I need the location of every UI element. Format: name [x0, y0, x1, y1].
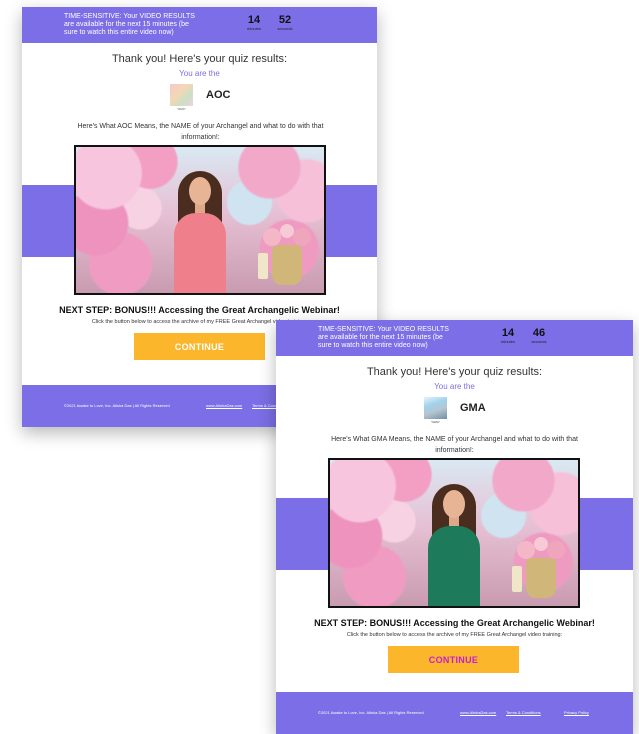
timer-seconds-value: 46	[532, 327, 546, 339]
footer-link-terms[interactable]: Terms & Conditions	[506, 710, 541, 715]
footer-link-privacy[interactable]: Privacy Policy	[564, 710, 589, 715]
stage: TIME-SENSITIVE: Your VIDEO RESULTS are a…	[0, 0, 639, 734]
results-page-gma: TIME-SENSITIVE: Your VIDEO RESULTS are a…	[276, 320, 633, 734]
candle-decoration	[512, 566, 522, 592]
next-step-heading: NEXT STEP: BONUS!!! Accessing the Great …	[59, 305, 340, 315]
timer-minutes-value: 14	[501, 327, 515, 339]
vase-decoration	[526, 558, 556, 598]
next-step-heading: NEXT STEP: BONUS!!! Accessing the Great …	[314, 618, 595, 628]
you-are-label: You are the	[434, 382, 475, 391]
thanks-heading: Thank you! Here's your quiz results:	[111, 53, 288, 65]
timer-bar: TIME-SENSITIVE: Your VIDEO RESULTS are a…	[276, 320, 633, 356]
video-player[interactable]	[74, 145, 326, 295]
timer-seconds-label: seconds	[277, 26, 293, 31]
timer-seconds-value: 52	[278, 14, 292, 26]
footer: ©2021 Awake to Love, Inc. Alisha Das | A…	[276, 692, 633, 734]
vase-decoration	[272, 245, 302, 285]
result-meaning-text: Here's What AOC Means, the NAME of your …	[77, 123, 324, 141]
timer-minutes-label: minutes	[500, 339, 515, 344]
thumbnail-caption: "GMA"	[431, 420, 440, 424]
presenter-face	[189, 177, 211, 205]
video-frame	[76, 147, 324, 293]
candle-decoration	[258, 253, 268, 279]
result-row: "GMA" GMA	[276, 397, 633, 424]
timer-seconds: 46 seconds	[529, 327, 549, 345]
footer-link-site[interactable]: www.AlishaDas.com	[460, 710, 496, 715]
time-sensitive-notice: TIME-SENSITIVE: Your VIDEO RESULTS are a…	[318, 326, 449, 349]
presenter-dress	[428, 526, 480, 606]
result-code: AOC	[206, 89, 231, 101]
timer-seconds: 52 seconds	[275, 14, 295, 32]
footer-copyright: ©2021 Awake to Love, Inc. Alisha Das | A…	[318, 710, 424, 715]
timer-bar: TIME-SENSITIVE: Your VIDEO RESULTS are a…	[22, 7, 377, 43]
presenter-figure	[170, 163, 230, 293]
result-row: "AOC" AOC	[22, 84, 377, 111]
you-are-label: You are the	[179, 69, 220, 78]
footer-link-site[interactable]: www.AlishaDas.com	[206, 403, 242, 408]
presenter-face	[443, 490, 465, 518]
timer-minutes-value: 14	[247, 14, 261, 26]
timer-minutes-label: minutes	[246, 26, 261, 31]
continue-button[interactable]: CONTINUE	[388, 646, 519, 673]
angel-image-thumbnail-icon	[424, 397, 447, 419]
thanks-heading: Thank you! Here's your quiz results:	[366, 366, 543, 378]
result-code: GMA	[460, 402, 486, 414]
presenter-dress	[174, 213, 226, 293]
click-instruction: Click the button below to access the arc…	[346, 632, 563, 638]
footer-copyright: ©2021 Awake to Love, Inc. Alisha Das | A…	[64, 403, 170, 408]
timer-seconds-label: seconds	[531, 339, 547, 344]
result-meaning-text: Here's What GMA Means, the NAME of your …	[331, 436, 578, 454]
angel-image-thumbnail-icon	[170, 84, 193, 106]
thumbnail-caption: "AOC"	[177, 107, 186, 111]
timer-minutes: 14 minutes	[244, 14, 264, 32]
presenter-figure	[424, 476, 484, 606]
video-player[interactable]	[328, 458, 580, 608]
video-frame	[330, 460, 578, 606]
timer-minutes: 14 minutes	[498, 327, 518, 345]
time-sensitive-notice: TIME-SENSITIVE: Your VIDEO RESULTS are a…	[64, 13, 195, 36]
continue-button[interactable]: CONTINUE	[134, 333, 265, 360]
